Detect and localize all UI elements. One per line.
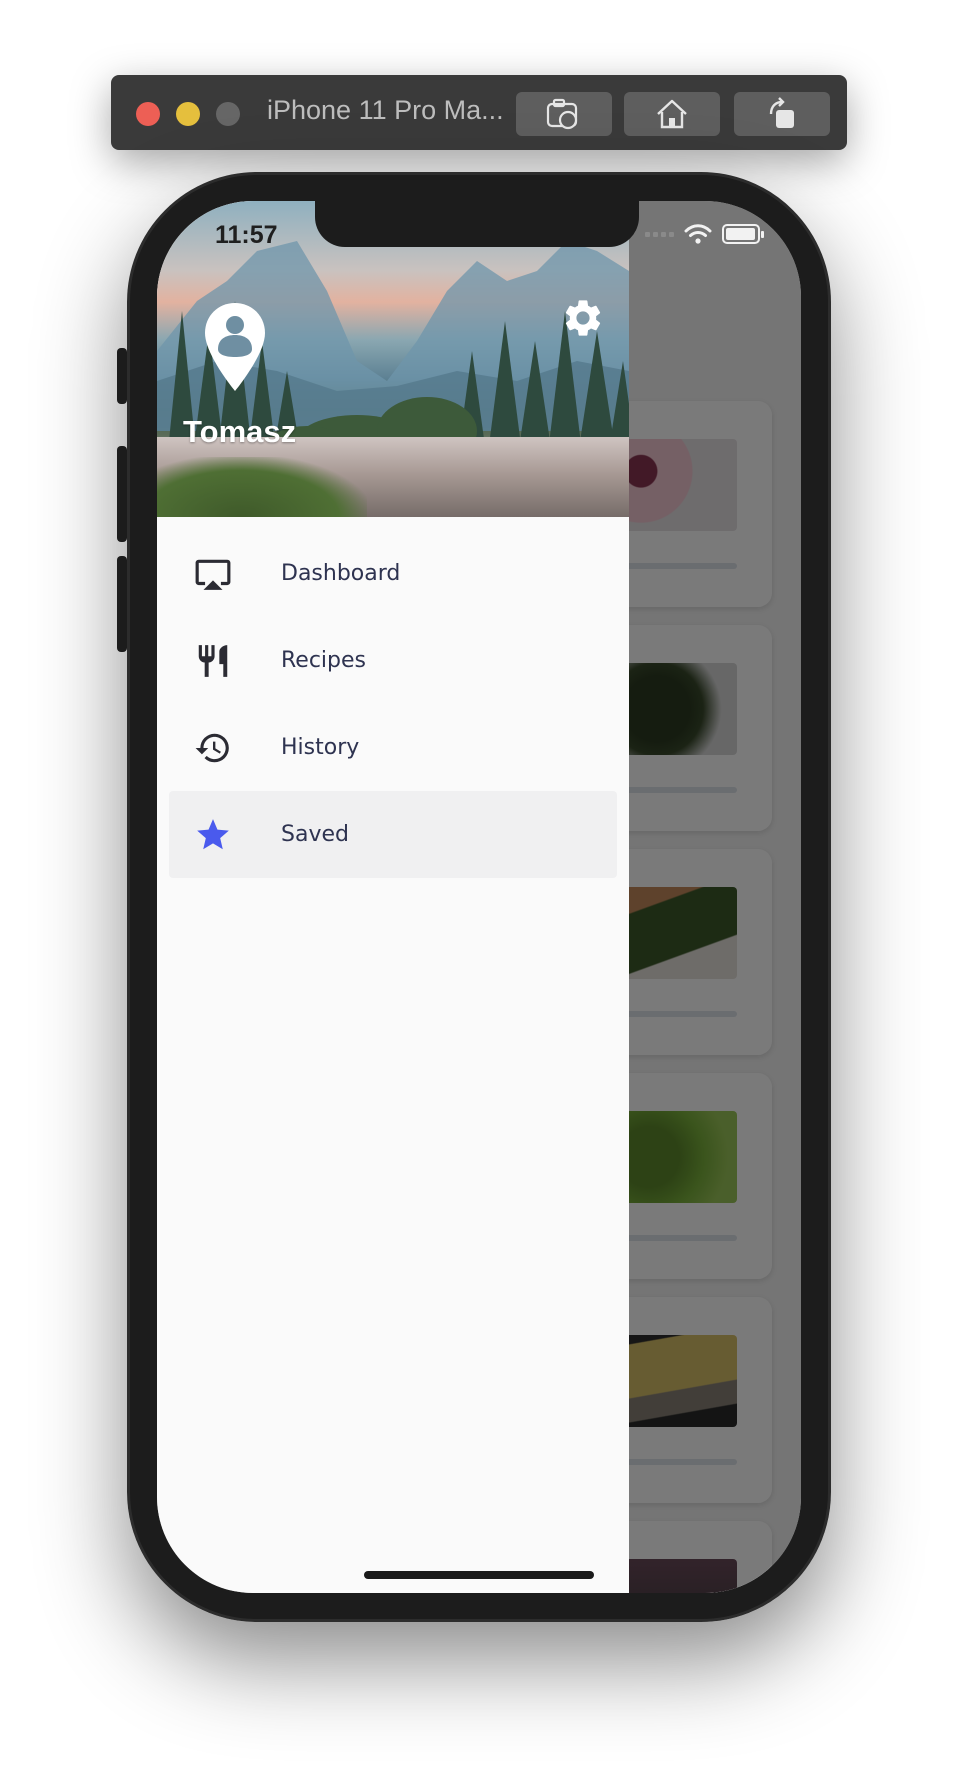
zoom-window-button[interactable] [216,102,240,126]
rotate-button[interactable] [734,92,830,136]
home-indicator[interactable] [364,1571,594,1579]
navigation-drawer: Tomasz Dashboard Recipes History Saved [157,201,629,1593]
wifi-icon [684,224,712,244]
fork-knife-icon [193,641,233,681]
drawer-item-label: Dashboard [281,561,401,586]
device-notch [315,201,639,247]
screenshot-button[interactable] [516,92,612,136]
drawer-menu: Dashboard Recipes History Saved [157,517,629,878]
star-icon [193,815,233,855]
camera-icon [546,98,578,130]
device-name: iPhone 11 Pro Ma... [267,95,504,125]
drawer-item-history[interactable]: History [157,704,629,791]
mute-switch [117,348,127,404]
history-icon [193,728,233,768]
simulator-titlebar: iPhone 11 Pro Ma... [111,75,847,150]
drawer-item-recipes[interactable]: Recipes [157,617,629,704]
airplay-icon [193,554,233,594]
minimize-window-button[interactable] [176,102,200,126]
simulator-window: iPhone 11 Pro Ma... Tomasz Dashboard Rec… [0,0,958,1774]
cellular-signal-icon [645,231,674,237]
drawer-item-dashboard[interactable]: Dashboard [157,530,629,617]
drawer-item-label: Recipes [281,648,367,673]
gear-icon[interactable] [561,296,605,340]
drawer-item-saved[interactable]: Saved [157,791,629,878]
volume-down-button [117,556,127,652]
phone-screen: Tomasz Dashboard Recipes History Saved 1… [157,201,801,1593]
home-button[interactable] [624,92,720,136]
location-pin-user-icon[interactable] [203,301,267,393]
status-icons [645,223,764,245]
status-time: 11:57 [215,221,278,249]
close-window-button[interactable] [136,102,160,126]
volume-up-button [117,446,127,542]
home-icon [657,99,687,129]
drawer-username: Tomasz [183,414,297,449]
drawer-item-label: Saved [281,822,349,847]
battery-icon [722,224,764,244]
drawer-item-label: History [281,735,360,760]
rotate-icon [769,97,794,128]
